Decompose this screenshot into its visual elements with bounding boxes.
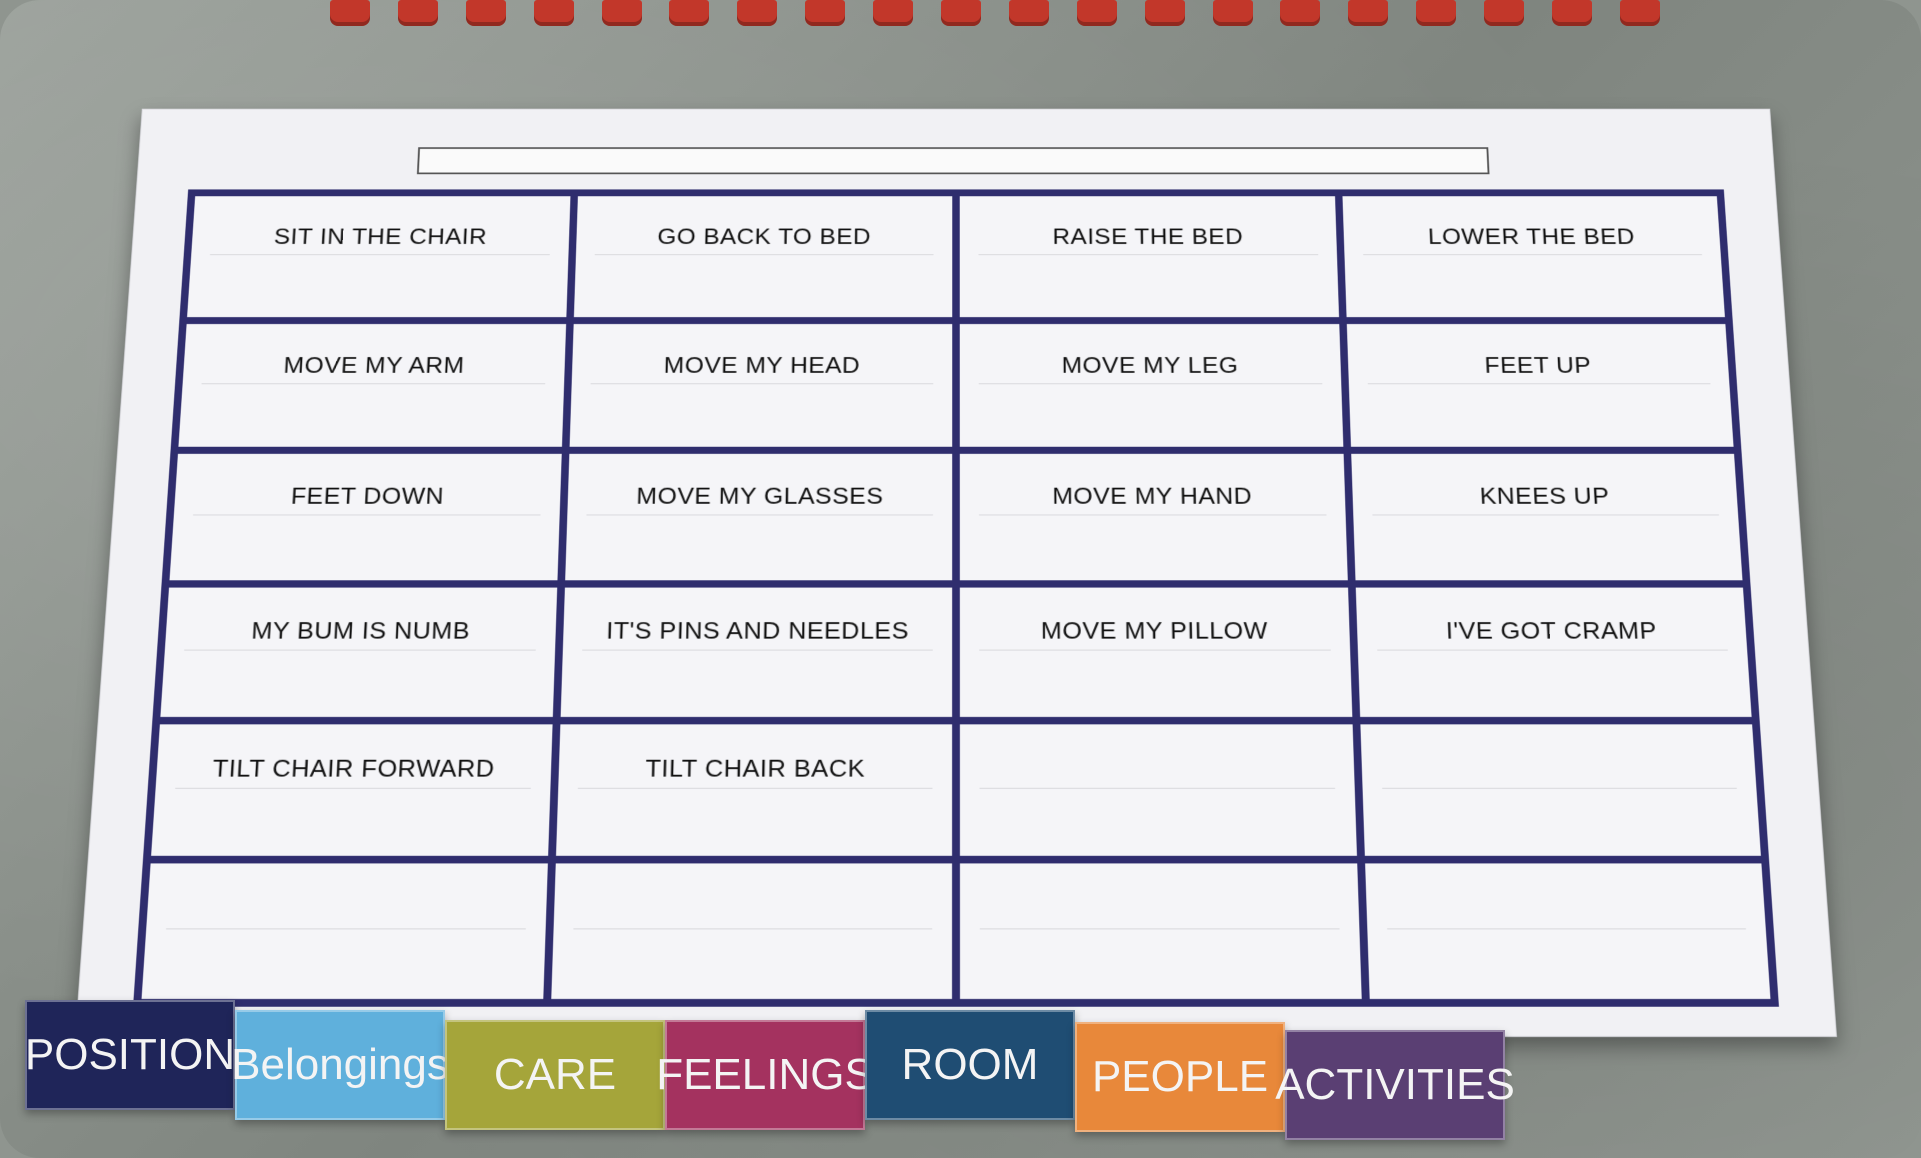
binding-ring (397, 0, 438, 26)
phrase-card[interactable]: I'VE GOT CRAMP (1355, 587, 1752, 717)
binding-ring (465, 0, 506, 26)
phrase-card-label: FEET DOWN (290, 482, 445, 510)
phrase-card-label: KNEES UP (1479, 482, 1611, 510)
phrase-card-label: MOVE MY PILLOW (1040, 616, 1269, 645)
binding-ring (1416, 0, 1457, 26)
communication-sheet: SIT IN THE CHAIR GO BACK TO BED RAISE THE … (75, 108, 1837, 1038)
section-tabs: POSITION Belongings CARE FEELINGS ROOM PEOPLE… (25, 1000, 1885, 1140)
tab-activities[interactable]: ACTIVITIES (1275, 1030, 1515, 1140)
phrase-card-label: MOVE MY HEAD (663, 351, 861, 378)
phrase-card[interactable] (1359, 724, 1761, 857)
binding-ring (1484, 0, 1525, 26)
phrase-card[interactable]: SIT IN THE CHAIR (187, 196, 570, 317)
photo-frame: SIT IN THE CHAIR GO BACK TO BED RAISE THE … (0, 0, 1921, 1158)
phrase-card-label: GO BACK TO BED (657, 223, 872, 250)
phrase-card[interactable]: MOVE MY HEAD (569, 323, 953, 448)
phrase-card-label: IT'S PINS AND NEEDLES (605, 616, 909, 645)
phrase-card[interactable]: KNEES UP (1350, 454, 1743, 581)
phrase-card[interactable] (141, 863, 548, 999)
phrase-card-label: MOVE MY LEG (1061, 351, 1239, 378)
phrase-card[interactable]: FEET UP (1346, 323, 1734, 448)
binding-ring (1076, 0, 1117, 26)
binding-ring (1212, 0, 1253, 26)
phrase-card-label: SIT IN THE CHAIR (273, 223, 488, 250)
binding-rings (330, 0, 1660, 26)
binding-ring (737, 0, 778, 26)
binding-ring (941, 0, 982, 26)
phrase-card[interactable]: RAISE THE BED (959, 196, 1339, 317)
phrase-card[interactable] (959, 863, 1362, 999)
tab-care[interactable]: CARE (445, 1020, 665, 1130)
binding-ring (330, 0, 370, 26)
binding-ring (1348, 0, 1389, 26)
phrase-card[interactable] (550, 863, 953, 999)
binding-ring (1144, 0, 1185, 26)
phrase-card[interactable]: MOVE MY HAND (959, 454, 1348, 581)
tab-feelings[interactable]: FEELINGS (656, 1020, 874, 1130)
phrase-card[interactable]: MOVE MY ARM (178, 323, 566, 448)
phrase-card-label: MOVE MY HAND (1052, 482, 1253, 510)
binding-ring (601, 0, 642, 26)
phrase-card-label: LOWER THE BED (1427, 223, 1636, 250)
binding-ring (669, 0, 710, 26)
phrase-card-label: RAISE THE BED (1052, 223, 1244, 250)
phrase-card[interactable]: MY BUM IS NUMB (160, 587, 557, 717)
phrase-grid: SIT IN THE CHAIR GO BACK TO BED RAISE THE … (133, 189, 1779, 1007)
phrase-card-label: MY BUM IS NUMB (250, 616, 471, 645)
phrase-card-label: TILT CHAIR FORWARD (211, 753, 496, 782)
binding-ring (1619, 0, 1660, 26)
binding-ring (1008, 0, 1049, 26)
binding-ring (805, 0, 846, 26)
phrase-card[interactable]: MOVE MY PILLOW (959, 587, 1352, 717)
phrase-card[interactable]: MOVE MY LEG (959, 323, 1343, 448)
tab-people[interactable]: PEOPLE (1075, 1022, 1285, 1132)
phrase-card[interactable] (1364, 863, 1771, 999)
phrase-card[interactable]: GO BACK TO BED (573, 196, 953, 317)
phrase-card[interactable] (959, 724, 1357, 857)
binding-ring (1552, 0, 1593, 26)
phrase-card-label: TILT CHAIR BACK (645, 753, 866, 782)
phrase-card[interactable]: TILT CHAIR BACK (555, 724, 953, 857)
phrase-card[interactable]: TILT CHAIR FORWARD (151, 724, 553, 857)
phrase-card[interactable]: LOWER THE BED (1342, 196, 1725, 317)
phrase-card[interactable]: FEET DOWN (169, 454, 562, 581)
phrase-card[interactable]: IT'S PINS AND NEEDLES (560, 587, 953, 717)
phrase-card[interactable]: MOVE MY GLASSES (564, 454, 953, 581)
title-box (416, 147, 1490, 175)
phrase-card-label: I'VE GOT CRAMP (1445, 616, 1658, 645)
phrase-card-label: MOVE MY GLASSES (635, 482, 884, 510)
binding-ring (1280, 0, 1321, 26)
tab-position[interactable]: POSITION (25, 1000, 235, 1110)
binding-ring (533, 0, 574, 26)
phrase-card-label: FEET UP (1483, 351, 1592, 378)
tab-belongings[interactable]: Belongings (231, 1010, 449, 1120)
tab-room[interactable]: ROOM (865, 1010, 1075, 1120)
binding-ring (873, 0, 914, 26)
phrase-card-label: MOVE MY ARM (282, 351, 466, 378)
